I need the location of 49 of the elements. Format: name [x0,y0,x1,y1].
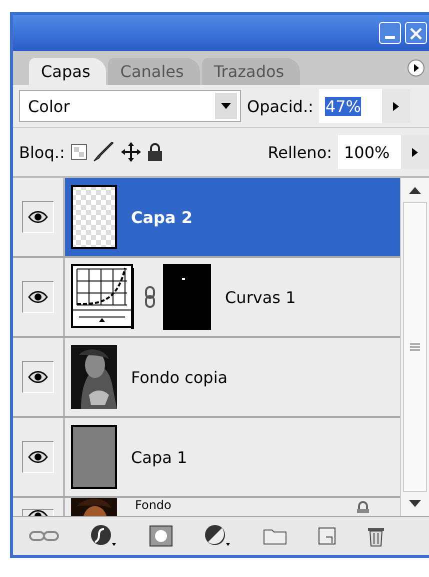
lock-label: Bloq.: [19,142,65,162]
mask-thumbnail [163,264,211,330]
panel-menu-icon[interactable] [407,59,425,77]
scroll-thumb[interactable] [403,202,427,492]
eye-icon[interactable] [22,201,54,233]
tab[interactable]: Canales [108,58,200,85]
eye-icon[interactable] [22,361,54,393]
new-layer-icon[interactable] [318,527,336,545]
close-button[interactable]: × [405,22,427,44]
transparent-thumbnail [71,185,117,249]
chain-icon [145,286,155,308]
layer-name: Capa 2 [131,208,192,226]
scroll-down-icon[interactable] [409,500,421,508]
move-icon[interactable] [120,142,141,162]
layer-name: Fondo [135,498,172,512]
tab[interactable]: Capas [29,58,106,85]
minimize-button[interactable] [379,22,401,44]
curves-adjustment-icon [71,264,135,330]
layer-row[interactable]: Fondo copia [13,338,400,418]
triangle-icon [393,102,400,110]
layer-row[interactable]: Capa 2 [13,178,400,258]
fill-arrow-button[interactable] [401,135,429,169]
opacity-label: Opacid.: [247,96,314,116]
scrollbar[interactable] [400,178,429,516]
layer-name: Capa 1 [131,448,188,466]
eye-icon[interactable] [22,441,54,473]
layer-name: Curvas 1 [225,288,296,306]
layer-thumbnail [71,425,117,489]
layer-style-icon[interactable] [90,524,118,548]
folder-icon[interactable] [263,527,288,545]
lock-icon[interactable] [146,143,163,161]
adjustment-layer-icon[interactable] [204,524,232,548]
blend-mode-dropdown[interactable]: Color [19,90,241,122]
brush-icon[interactable] [92,142,115,162]
layer-row[interactable]: Curvas 1 [13,258,400,338]
layer-row[interactable]: Capa 1 [13,418,400,498]
link-icon[interactable] [28,529,59,543]
fill-field[interactable]: 100% [338,135,401,169]
fill-label: Relleno: [268,142,332,162]
opacity-field[interactable]: 47% [319,89,382,123]
opacity-arrow-button[interactable] [382,89,410,123]
tab[interactable]: Trazados [202,58,300,85]
trash-icon[interactable] [367,525,386,547]
scroll-up-icon[interactable] [409,186,421,194]
lock-transparency-icon[interactable] [70,144,87,160]
triangle-icon [412,148,418,156]
eye-icon[interactable] [22,281,54,313]
layer-name: Fondo copia [131,368,228,386]
mask-icon[interactable] [148,525,173,547]
